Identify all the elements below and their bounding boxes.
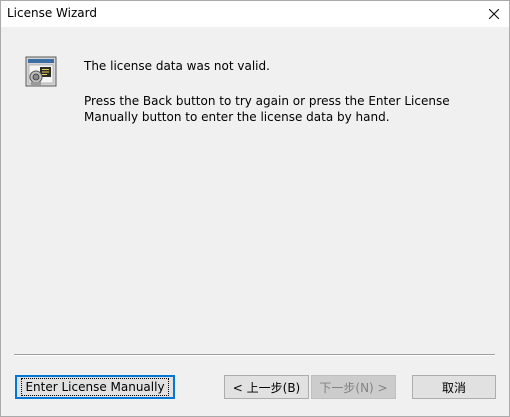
cancel-button[interactable]: 取消 (412, 375, 496, 399)
instruction-line-2: Manually button to enter the license dat… (84, 110, 390, 124)
close-button[interactable] (479, 1, 509, 27)
enter-license-manually-label: Enter License Manually (21, 378, 169, 396)
close-icon (489, 9, 499, 19)
cancel-button-label: 取消 (441, 380, 466, 395)
back-button[interactable]: < 上一步(B) (224, 375, 309, 399)
dialog-body: The license data was not valid. Press th… (1, 27, 509, 416)
back-button-label: < 上一步(B) (232, 380, 301, 395)
button-divider (14, 354, 495, 356)
enter-license-manually-button[interactable]: Enter License Manually (15, 375, 175, 399)
next-button[interactable]: 下一步(N) > (311, 375, 396, 399)
error-message: The license data was not valid. (84, 59, 270, 73)
license-wizard-dialog: License Wizard The license data was not … (0, 0, 510, 417)
instruction-line-1: Press the Back button to try again or pr… (84, 94, 450, 108)
license-certificate-icon (25, 56, 57, 87)
title-bar: License Wizard (1, 1, 509, 27)
next-button-label: 下一步(N) > (319, 380, 388, 395)
window-title: License Wizard (7, 6, 97, 20)
